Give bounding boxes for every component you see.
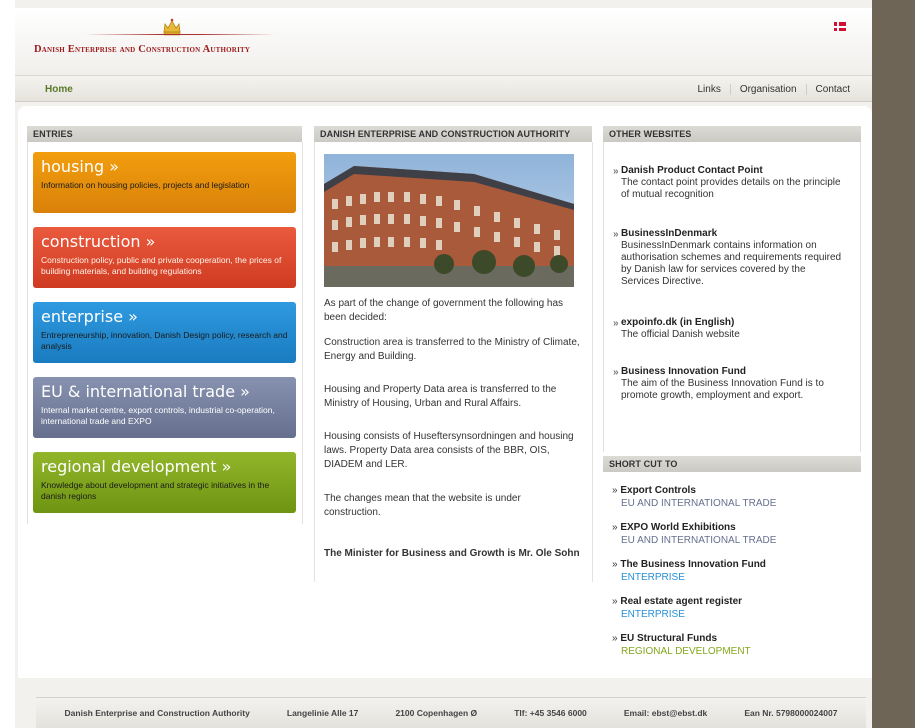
site-header: Danish Enterprise and Construction Autho…: [15, 8, 872, 76]
bullet-icon: »: [613, 166, 619, 177]
shortcut-link[interactable]: EXPO World Exhibitions: [620, 522, 735, 533]
main-nav: Home Links Organisation Contact: [15, 76, 872, 102]
bullet-icon: »: [613, 367, 619, 378]
other-website-item: Business Innovation Fund The aim of the …: [621, 366, 843, 402]
other-website-link[interactable]: Business Innovation Fund: [621, 366, 843, 378]
column-divider: [27, 142, 28, 524]
shortcut-item: » Export Controls EU AND INTERNATIONAL T…: [612, 484, 852, 510]
entry-title: enterprise »: [41, 307, 138, 326]
shortcut-category[interactable]: ENTERPRISE: [612, 571, 852, 584]
building-photo: [324, 154, 574, 287]
entry-description: Construction policy, public and private …: [41, 255, 282, 276]
column-divider: [603, 142, 604, 452]
entry-housing[interactable]: housing » Information on housing policie…: [33, 152, 296, 213]
shortcut-item: » Real estate agent register ENTERPRISE: [612, 595, 852, 621]
site-footer: Danish Enterprise and Construction Autho…: [36, 697, 866, 728]
middle-header: DANISH ENTERPRISE AND CONSTRUCTION AUTHO…: [314, 126, 592, 142]
nav-organisation-link[interactable]: Organisation: [729, 84, 806, 95]
news-paragraph: Housing consists of Huseftersynsordninge…: [324, 431, 574, 470]
footer-organisation: Danish Enterprise and Construction Autho…: [64, 708, 250, 718]
entries-header: ENTRIES: [27, 126, 302, 142]
shortcut-header: SHORT CUT TO: [603, 456, 861, 472]
other-website-item: expoinfo.dk (in English) The official Da…: [621, 317, 843, 341]
other-website-description: The contact point provides details on th…: [621, 177, 841, 200]
entry-description: Entrepreneurship, innovation, Danish Des…: [41, 330, 288, 351]
footer-email[interactable]: Email: ebst@ebst.dk: [624, 708, 707, 718]
entry-regional-development[interactable]: regional development » Knowledge about d…: [33, 452, 296, 513]
shortcut-link[interactable]: EU Structural Funds: [620, 633, 717, 644]
minister-note: The Minister for Business and Growth is …: [324, 548, 580, 559]
bullet-icon: »: [613, 318, 619, 329]
shortcut-category[interactable]: ENTERPRISE: [612, 608, 852, 621]
shortcut-item: » EU Structural Funds REGIONAL DEVELOPME…: [612, 632, 852, 658]
footer-ean: Ean Nr. 5798000024007: [744, 708, 838, 718]
footer-phone: Tlf: +45 3546 6000: [514, 708, 587, 718]
shortcut-category[interactable]: REGIONAL DEVELOPMENT: [612, 645, 852, 658]
nav-links-link[interactable]: Links: [688, 84, 729, 95]
logo-rule: [85, 34, 275, 35]
nav-links: Links Organisation Contact: [688, 84, 850, 95]
bullet-icon: »: [613, 229, 619, 240]
nav-home[interactable]: Home: [45, 84, 73, 95]
entry-title: construction »: [41, 232, 156, 251]
news-paragraph: The changes mean that the website is und…: [324, 493, 521, 518]
news-paragraph: As part of the change of government the …: [324, 298, 564, 323]
shortcut-link[interactable]: Real estate agent register: [620, 596, 742, 607]
other-website-link[interactable]: BusinessInDenmark: [621, 228, 843, 240]
other-website-description: The aim of the Business Innovation Fund …: [621, 378, 824, 401]
news-paragraph: Housing and Property Data area is transf…: [324, 384, 557, 409]
entry-title: housing »: [41, 157, 120, 176]
shortcut-link[interactable]: The Business Innovation Fund: [620, 559, 766, 570]
column-divider: [592, 142, 593, 582]
other-websites-header: OTHER WEBSITES: [603, 126, 861, 142]
site-logo[interactable]: Danish Enterprise and Construction Autho…: [34, 44, 250, 55]
shortcut-category[interactable]: EU AND INTERNATIONAL TRADE: [612, 534, 852, 547]
footer-city: 2100 Copenhagen Ø: [395, 708, 478, 718]
entry-construction[interactable]: construction » Construction policy, publ…: [33, 227, 296, 288]
entry-title: regional development »: [41, 457, 232, 476]
entry-title: EU & international trade »: [41, 382, 250, 401]
entry-description: Internal market centre, export controls,…: [41, 405, 275, 426]
column-divider: [302, 142, 303, 524]
news-paragraph: Construction area is transferred to the …: [324, 337, 580, 362]
column-divider: [314, 142, 315, 582]
shortcut-category[interactable]: EU AND INTERNATIONAL TRADE: [612, 497, 852, 510]
column-divider: [860, 142, 861, 452]
shortcut-item: » The Business Innovation Fund ENTERPRIS…: [612, 558, 852, 584]
left-margin: [0, 0, 15, 728]
other-website-item: Danish Product Contact Point The contact…: [621, 165, 843, 201]
entry-description: Information on housing policies, project…: [41, 180, 250, 190]
other-website-item: BusinessInDenmark BusinessInDenmark cont…: [621, 228, 843, 288]
entry-eu-international-trade[interactable]: EU & international trade » Internal mark…: [33, 377, 296, 438]
entry-enterprise[interactable]: enterprise » Entrepreneurship, innovatio…: [33, 302, 296, 363]
entry-description: Knowledge about development and strategi…: [41, 480, 270, 501]
footer-address: Langelinie Alle 17: [286, 708, 359, 718]
danish-flag-icon[interactable]: [834, 22, 846, 31]
other-website-link[interactable]: expoinfo.dk (in English): [621, 317, 843, 329]
shortcut-item: » EXPO World Exhibitions EU AND INTERNAT…: [612, 521, 852, 547]
other-website-description: The official Danish website: [621, 329, 740, 340]
right-background: [872, 0, 915, 728]
nav-contact-link[interactable]: Contact: [805, 84, 850, 95]
other-website-link[interactable]: Danish Product Contact Point: [621, 165, 843, 177]
other-website-description: BusinessInDenmark contains information o…: [621, 240, 842, 287]
shortcut-link[interactable]: Export Controls: [620, 485, 696, 496]
